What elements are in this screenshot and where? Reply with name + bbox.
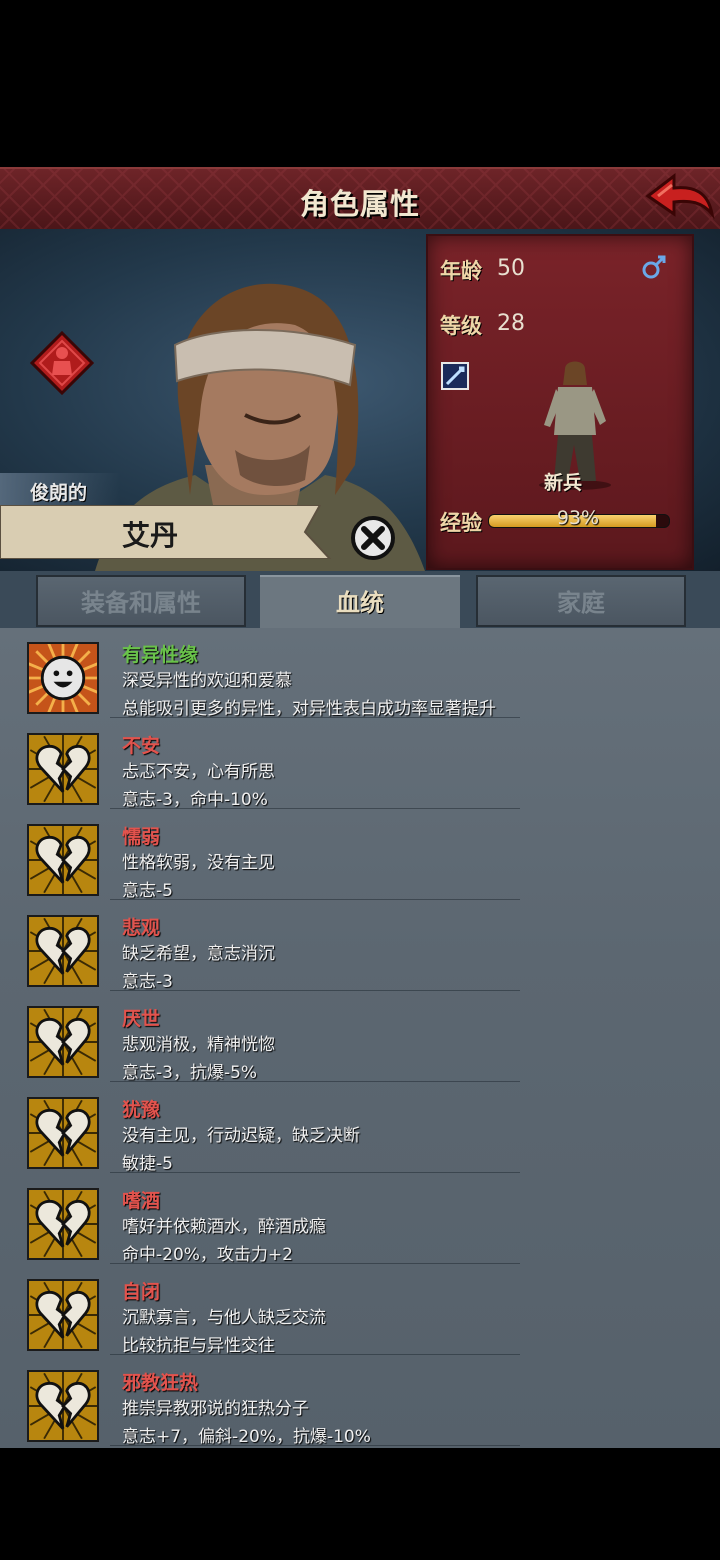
broken-heart-icon: [25, 1095, 101, 1171]
trait-description: 缺乏希望，意志消沉: [122, 944, 275, 964]
trait-effect: 敏捷-5: [122, 1154, 173, 1174]
trait-effect: 意志-3: [122, 972, 173, 992]
tab-family[interactable]: 家庭: [476, 575, 686, 627]
trait-name: 懦弱: [122, 826, 161, 848]
trait-description: 悲观消极，精神恍惚: [122, 1035, 275, 1055]
trait-row[interactable]: 自闭沉默寡言，与他人缺乏交流 比较抗拒与异性交往: [0, 1265, 720, 1356]
smiley-face-icon: [25, 640, 101, 716]
trait-description: 深受异性的欢迎和爱慕: [122, 671, 292, 691]
row-divider: [110, 1445, 520, 1446]
bloodline-warrior-icon: [30, 331, 94, 395]
level-value: 28: [497, 311, 525, 336]
trait-description: 性格软弱，没有主见: [122, 853, 275, 873]
trait-effect: 意志-3，命中-10%: [122, 790, 268, 810]
trait-name: 邪教狂热: [122, 1372, 199, 1394]
broken-heart-icon: [25, 822, 101, 898]
trait-row[interactable]: 有异性缘深受异性的欢迎和爱慕总能吸引更多的异性，对异性表白成功率显著提升: [0, 628, 720, 719]
trait-row[interactable]: 懦弱性格软弱，没有主见 意志-5: [0, 810, 720, 901]
level-label: 等级: [440, 314, 482, 338]
row-divider: [110, 1081, 520, 1082]
trait-description: 沉默寡言，与他人缺乏交流: [122, 1308, 326, 1328]
age-value: 50: [497, 256, 525, 281]
row-divider: [110, 899, 520, 900]
trait-row[interactable]: 犹豫没有主见，行动迟疑，缺乏决断 敏捷-5: [0, 1083, 720, 1174]
row-divider: [110, 990, 520, 991]
row-divider: [110, 717, 520, 718]
trait-effect: 意志+7，偏斜-20%，抗爆-10%: [122, 1427, 371, 1447]
trait-row[interactable]: 不安忐忑不安，心有所思 意志-3，命中-10%: [0, 719, 720, 810]
trait-row[interactable]: 邪教狂热推崇异教邪说的狂热分子意志+7，偏斜-20%，抗爆-10%: [0, 1356, 720, 1447]
broken-heart-icon: [25, 1004, 101, 1080]
broken-heart-icon: [25, 1277, 101, 1353]
trait-name: 厌世: [122, 1008, 161, 1030]
trait-row[interactable]: 厌世悲观消极，精神恍惚 意志-3，抗爆-5%: [0, 992, 720, 1083]
page-title: 角色属性: [299, 187, 420, 221]
trait-name: 不安: [122, 735, 161, 757]
class-sword-icon: [441, 362, 469, 390]
male-gender-icon: [642, 255, 666, 279]
trait-row[interactable]: 悲观缺乏希望，意志消沉 意志-3: [0, 901, 720, 992]
exp-label: 经验: [440, 511, 482, 535]
hero-name: 艾丹: [122, 519, 179, 552]
back-arrow-icon[interactable]: [644, 170, 716, 226]
broken-heart-icon: [25, 1368, 101, 1444]
title-bar: 角色属性: [0, 167, 720, 231]
age-label: 年龄: [440, 259, 482, 283]
broken-heart-icon: [25, 731, 101, 807]
trait-effect: 意志-3，抗爆-5%: [122, 1063, 258, 1083]
trait-row[interactable]: 嗜酒嗜好并依赖酒水，醉酒成瘾 命中-20%，攻击力+2: [0, 1174, 720, 1265]
row-divider: [110, 1354, 520, 1355]
character-screen: 角色属性 俊朗的 艾丹 年龄 50 等级 28 新兵 经验 93% 装备和属性 …: [0, 0, 720, 1560]
trait-description: 推崇异教邪说的狂热分子: [122, 1399, 309, 1419]
class-name: 新兵: [543, 472, 582, 494]
trait-list: 有异性缘深受异性的欢迎和爱慕总能吸引更多的异性，对异性表白成功率显著提升 不安忐忑…: [0, 628, 720, 1448]
trait-effect: 命中-20%，攻击力+2: [122, 1245, 293, 1265]
trait-effect: 比较抗拒与异性交往: [122, 1336, 275, 1356]
trait-name: 犹豫: [122, 1099, 161, 1121]
dismiss-hero-icon[interactable]: [350, 515, 396, 561]
tab-equipment[interactable]: 装备和属性: [36, 575, 246, 627]
trait-description: 没有主见，行动迟疑，缺乏决断: [122, 1126, 360, 1146]
broken-heart-icon: [25, 1186, 101, 1262]
trait-effect: 意志-5: [122, 881, 173, 901]
tab-bloodline[interactable]: 血统: [260, 575, 460, 631]
row-divider: [110, 1263, 520, 1264]
trait-name: 嗜酒: [122, 1190, 161, 1212]
trait-name: 悲观: [122, 917, 161, 939]
exp-percent: 93%: [556, 507, 600, 529]
trait-name: 自闭: [122, 1281, 161, 1303]
hero-nickname: 俊朗的: [30, 482, 88, 504]
broken-heart-icon: [25, 913, 101, 989]
trait-effect: 总能吸引更多的异性，对异性表白成功率显著提升: [122, 699, 496, 719]
trait-description: 嗜好并依赖酒水，醉酒成瘾: [122, 1217, 326, 1237]
row-divider: [110, 1172, 520, 1173]
trait-name: 有异性缘: [122, 644, 199, 666]
trait-description: 忐忑不安，心有所思: [122, 762, 275, 782]
row-divider: [110, 808, 520, 809]
